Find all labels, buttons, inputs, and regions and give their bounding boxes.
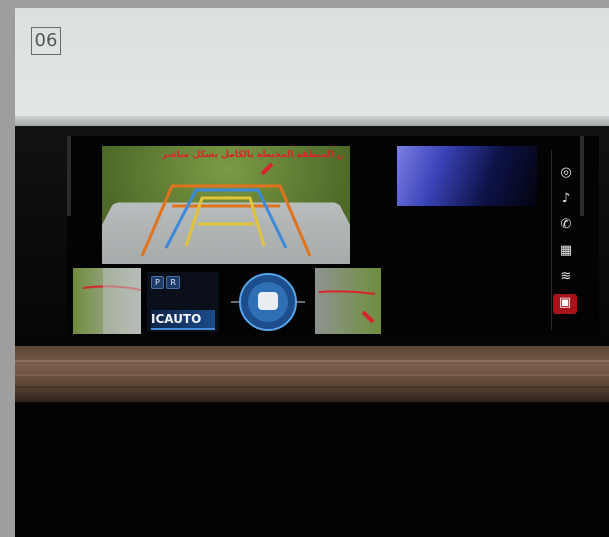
- vehicle-angle-gauge: [231, 273, 305, 331]
- parking-guide-lines: [140, 162, 312, 257]
- header-panel: 06: [15, 8, 609, 116]
- status-tag: P: [151, 276, 164, 289]
- infotainment-screen: افحص المنطقة المحيطة بالكامل بشكل مباشر …: [67, 136, 599, 336]
- camera-icon[interactable]: ▣: [553, 294, 577, 314]
- page-number: 06: [31, 27, 61, 55]
- phone-icon[interactable]: ✆: [557, 216, 575, 234]
- media-preview: [397, 146, 537, 206]
- wood-grain: [15, 386, 609, 388]
- music-icon[interactable]: ♪: [557, 190, 575, 208]
- bezel-rail-right: [580, 136, 584, 216]
- dashboard-lower: [15, 402, 609, 537]
- rear-camera-view: افحص المنطقة المحيطة بالكامل بشكل مباشر: [102, 146, 350, 264]
- right-side-camera: [315, 268, 381, 334]
- menu-divider: [551, 150, 552, 330]
- status-value: ICAUTO: [151, 310, 215, 330]
- wood-grain: [15, 374, 609, 376]
- parking-status-panel: P R ICAUTO: [147, 272, 219, 332]
- climate-icon[interactable]: ≋: [557, 268, 575, 286]
- bezel-rail-left: [67, 136, 71, 216]
- left-side-camera: [73, 268, 141, 334]
- status-tag: R: [166, 276, 180, 289]
- function-menu: ◎ ♪ ✆ ▦ ≋ ▣: [549, 150, 583, 330]
- navigation-icon[interactable]: ◎: [557, 164, 575, 182]
- wood-grain: [15, 360, 609, 362]
- apps-icon[interactable]: ▦: [557, 242, 575, 260]
- page: 06 افحص المنطقة المحيطة بالكامل بشكل مبا…: [15, 8, 609, 537]
- camera-caption: افحص المنطقة المحيطة بالكامل بشكل مباشر: [162, 150, 342, 160]
